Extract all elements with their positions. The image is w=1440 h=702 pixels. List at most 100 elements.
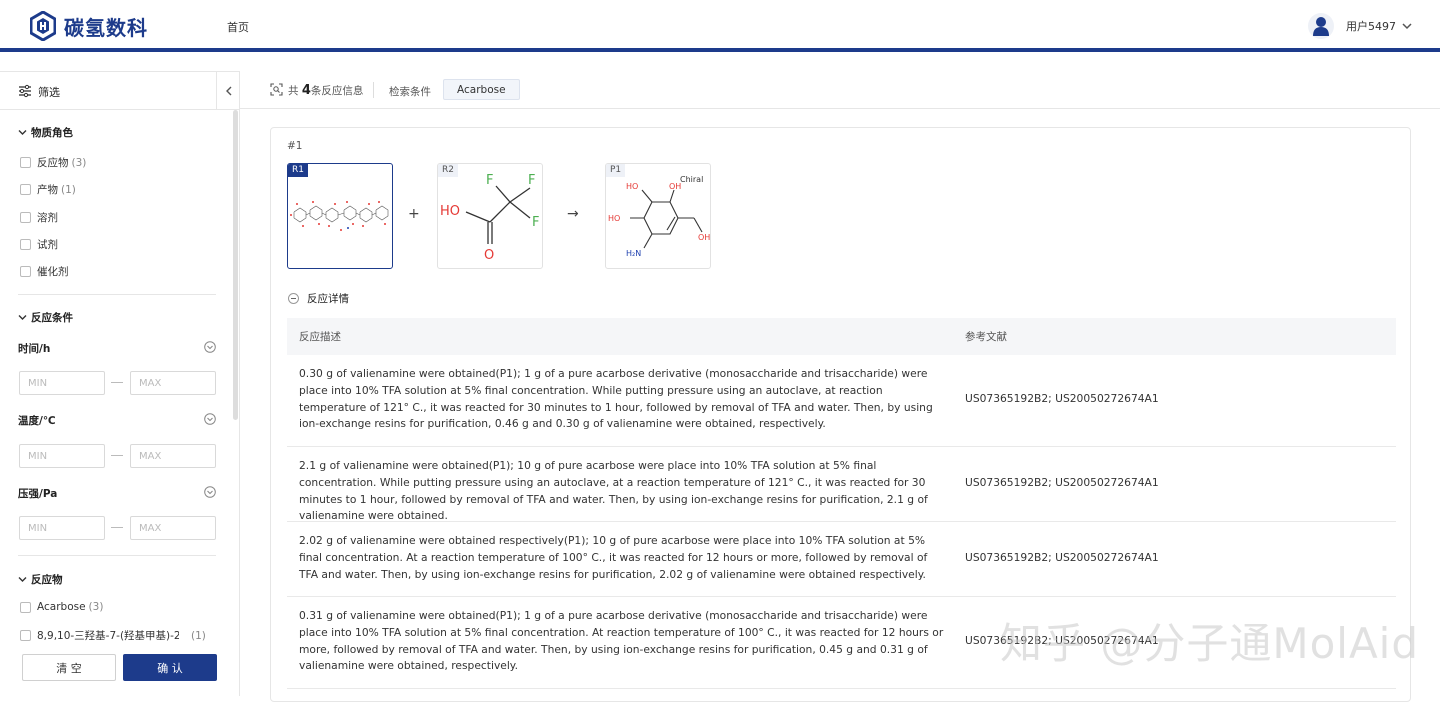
- user-name: 用户5497: [1346, 20, 1396, 33]
- molecule-structure-image: [290, 201, 389, 231]
- oxygen-atom: O: [484, 248, 494, 263]
- table-row: 2.02 g of valienamine were obtained resp…: [287, 522, 1396, 597]
- reactant-section-toggle[interactable]: 反应物: [18, 572, 63, 587]
- pressure-range: MIN MAX: [19, 516, 216, 540]
- hydroxyl-label: OH: [669, 182, 681, 191]
- role-count: (1): [61, 183, 76, 196]
- chevron-circle-icon[interactable]: [204, 341, 216, 353]
- fluorine-atom: F: [486, 173, 493, 188]
- checkbox[interactable]: [20, 239, 31, 250]
- role-filter-catalyst[interactable]: 催化剂: [20, 264, 69, 279]
- reference-link[interactable]: US07365192B2; US20050272674A1: [965, 392, 1159, 405]
- filter-icon: [19, 84, 31, 98]
- chevron-down-icon: [18, 130, 27, 135]
- hydroxyl-label: HO: [626, 182, 638, 191]
- reaction-arrow: →: [567, 206, 579, 222]
- scan-search-icon: [270, 83, 283, 96]
- range-dash: [111, 455, 123, 456]
- reactant-label: Acarbose: [37, 601, 86, 613]
- avatar[interactable]: [1308, 13, 1334, 39]
- temperature-min-input[interactable]: MIN: [19, 444, 105, 468]
- hydroxyl-label: OH: [698, 233, 710, 242]
- checkbox[interactable]: [20, 266, 31, 277]
- logo[interactable]: 碳氢数科: [30, 11, 148, 41]
- watermark: 知乎 @分子通MolAid: [1000, 619, 1420, 668]
- table-header: 反应描述 参考文献: [287, 318, 1396, 355]
- result-bar: 共 4条反应信息 检索条件 Acarbose: [240, 71, 1440, 109]
- role-filter-solvent[interactable]: 溶剂: [20, 210, 58, 225]
- hydroxyl-label: HO: [440, 204, 460, 219]
- reaction-detail-label: 反应详情: [307, 293, 349, 305]
- structure-tag: P1: [606, 164, 626, 177]
- chevron-down-icon: [18, 315, 27, 320]
- filter-header: 筛选: [0, 72, 239, 110]
- role-section-title: 物质角色: [31, 127, 73, 139]
- reactant-structure-r1[interactable]: R1: [287, 163, 393, 269]
- time-min-input[interactable]: MIN: [19, 371, 105, 395]
- plus-sign: +: [408, 206, 420, 222]
- reaction-description: 0.30 g of valienamine were obtained(P1);…: [299, 367, 933, 431]
- checkbox[interactable]: [20, 601, 31, 613]
- temperature-max-input[interactable]: MAX: [130, 444, 216, 468]
- chevron-circle-icon[interactable]: [204, 413, 216, 425]
- reactant-filter-item[interactable]: 8,9,10-三羟基-7-(羟基甲基)-2-... (1): [20, 628, 220, 643]
- search-condition-tag[interactable]: Acarbose: [443, 79, 520, 100]
- range-dash: [111, 382, 123, 383]
- reaction-description: 2.02 g of valienamine were obtained resp…: [299, 534, 928, 581]
- reference-link[interactable]: US07365192B2; US20050272674A1: [965, 476, 1159, 489]
- structure-tag: R2: [438, 164, 458, 177]
- reactant-count: (1): [191, 629, 206, 642]
- molecule-structure-image: F F F HO O: [440, 173, 539, 263]
- chevron-down-icon[interactable]: [1402, 21, 1412, 31]
- chevron-circle-icon[interactable]: [204, 486, 216, 498]
- chiral-label: Chiral: [680, 175, 703, 184]
- reaction-description: 2.1 g of valienamine were obtained(P1); …: [299, 459, 928, 523]
- condition-section-title: 反应条件: [31, 312, 73, 324]
- pressure-min-input[interactable]: MIN: [19, 516, 105, 540]
- role-section-toggle[interactable]: 物质角色: [18, 125, 73, 140]
- collapse-sidebar-button[interactable]: [216, 72, 240, 110]
- filter-title: 筛选: [38, 86, 60, 99]
- reactant-label: 8,9,10-三羟基-7-(羟基甲基)-2-...: [37, 630, 179, 642]
- chevron-down-icon: [18, 577, 27, 582]
- collapse-minus-icon: [288, 293, 299, 304]
- checkbox[interactable]: [20, 630, 31, 641]
- time-max-input[interactable]: MAX: [130, 371, 216, 395]
- reaction-description: 0.31 g of valienamine were obtained(P1);…: [299, 609, 944, 673]
- condition-section-toggle[interactable]: 反应条件: [18, 310, 73, 325]
- pressure-max-input[interactable]: MAX: [130, 516, 216, 540]
- role-label: 产物: [37, 184, 58, 196]
- molecule-structure-image: Chiral HO OH HO OH H₂N: [608, 175, 710, 258]
- user-menu[interactable]: 用户5497: [1308, 13, 1412, 39]
- reactant-filter-item[interactable]: Acarbose (3): [20, 601, 103, 613]
- reference-link[interactable]: US07365192B2; US20050272674A1: [965, 551, 1159, 564]
- nav-home-link[interactable]: 首页: [227, 19, 249, 35]
- top-bar: 碳氢数科 首页 用户5497: [0, 0, 1440, 52]
- logo-icon: [30, 11, 56, 41]
- temperature-range: MIN MAX: [19, 444, 216, 468]
- amine-label: H₂N: [626, 249, 641, 258]
- brand-name: 碳氢数科: [64, 15, 148, 40]
- column-header-reference: 参考文献: [965, 331, 1007, 343]
- table-row: 0.30 g of valienamine were obtained(P1);…: [287, 355, 1396, 447]
- sidebar-scrollbar[interactable]: [233, 110, 238, 420]
- time-range: MIN MAX: [19, 371, 216, 395]
- time-label: 时间/h: [18, 343, 51, 355]
- role-filter-product[interactable]: 产物 (1): [20, 182, 76, 197]
- role-filter-reagent[interactable]: 试剂: [20, 237, 58, 252]
- reaction-detail-toggle[interactable]: 反应详情: [288, 291, 349, 306]
- product-structure-p1[interactable]: P1 Chiral HO OH HO OH H₂N: [605, 163, 711, 269]
- role-filter-reactant[interactable]: 反应物 (3): [20, 155, 86, 170]
- hydroxyl-label: HO: [608, 214, 620, 223]
- clear-button[interactable]: 清 空: [22, 654, 116, 681]
- checkbox[interactable]: [20, 184, 31, 195]
- checkbox[interactable]: [20, 212, 31, 223]
- reaction-index: #1: [287, 140, 303, 152]
- confirm-button[interactable]: 确 认: [123, 654, 217, 681]
- checkbox[interactable]: [20, 157, 31, 168]
- user-icon: [1313, 17, 1329, 36]
- role-label: 试剂: [37, 239, 58, 251]
- filter-sidebar: 筛选 物质角色 反应物 (3) 产物 (1) 溶剂 试剂 催化剂 反应条件 时间/h…: [0, 71, 240, 696]
- result-count: 共 4条反应信息: [288, 83, 364, 98]
- reactant-structure-r2[interactable]: R2 F F F HO O: [437, 163, 543, 269]
